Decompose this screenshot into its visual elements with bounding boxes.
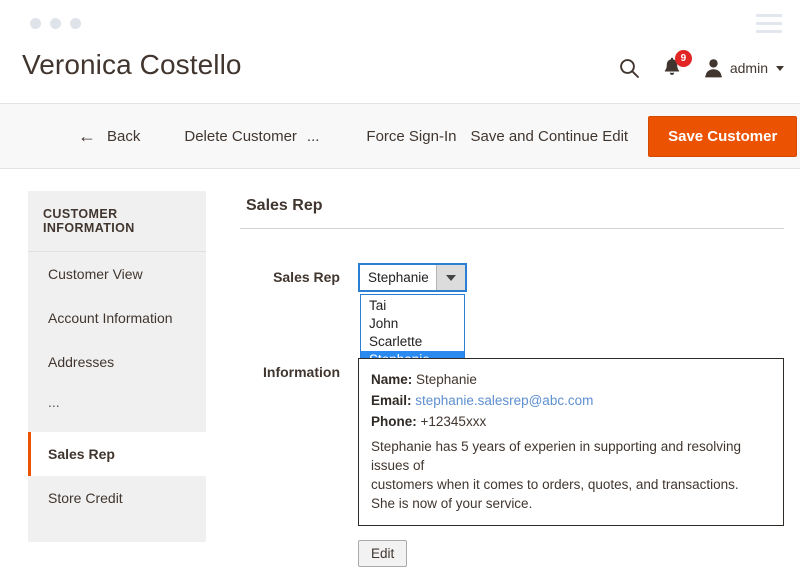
save-customer-button[interactable]: Save Customer (648, 115, 798, 157)
sales-rep-panel: Sales Rep Sales Rep Stephanie Tai John S… (240, 191, 784, 567)
sales-rep-option-john[interactable]: John (361, 315, 464, 333)
sales-rep-select-wrapper: Stephanie Tai John Scarlette Stephanie (358, 263, 467, 370)
page-header: Veronica Costello 9 admin (0, 41, 800, 103)
window-control-dots (30, 18, 81, 29)
edit-button[interactable]: Edit (358, 540, 408, 567)
action-toolbar: ← Back Delete Customer ... Force Sign-In… (0, 103, 800, 169)
information-description-line-2: customers when it comes to orders, quote… (371, 477, 739, 492)
information-name-line: Name: Stephanie (371, 369, 771, 390)
save-and-continue-edit-button[interactable]: Save and Continue Edit (470, 128, 628, 145)
hamburger-line-2 (756, 22, 782, 25)
information-phone-value: +12345xxx (420, 414, 487, 429)
sidebar-group-lower: Store Credit (28, 476, 206, 542)
chevron-down-icon (776, 65, 784, 71)
information-wrapper: Name: Stephanie Email: stephanie.salesre… (358, 358, 784, 567)
information-field-row: Information Name: Stephanie Email: steph… (240, 358, 784, 567)
sidebar-heading: CUSTOMER INFORMATION (28, 191, 206, 252)
search-icon[interactable] (618, 57, 640, 79)
notification-count-badge: 9 (674, 50, 692, 67)
information-email-label: Email: (371, 393, 412, 408)
sidebar-item-sales-rep[interactable]: Sales Rep (28, 432, 206, 476)
information-name-value: Stephanie (416, 372, 477, 387)
browser-chrome-bar (0, 0, 800, 41)
hamburger-line-1 (756, 14, 782, 17)
sidebar-item-store-credit[interactable]: Store Credit (28, 476, 206, 520)
sidebar-group-upper: Customer View Account Information Addres… (28, 252, 206, 432)
sales-rep-option-tai[interactable]: Tai (361, 297, 464, 315)
page-title: Veronica Costello (22, 49, 242, 80)
window-dot-maximize-icon[interactable] (70, 18, 81, 29)
hamburger-menu-icon[interactable] (756, 14, 782, 38)
window-dot-close-icon[interactable] (30, 18, 41, 29)
information-phone-line: Phone: +12345xxx (371, 411, 771, 432)
information-description: Stephanie has 5 years of experien in sup… (371, 437, 771, 513)
information-description-line-1: Stephanie has 5 years of experien in sup… (371, 439, 741, 473)
sales-rep-field-row: Sales Rep Stephanie Tai John Scarlette S… (240, 263, 784, 370)
information-box: Name: Stephanie Email: stephanie.salesre… (358, 358, 784, 526)
sidebar-item-more[interactable]: ... (28, 384, 206, 428)
page-body: CUSTOMER INFORMATION Customer View Accou… (0, 169, 800, 567)
window-dot-minimize-icon[interactable] (50, 18, 61, 29)
force-sign-in-button[interactable]: Force Sign-In (366, 128, 456, 145)
back-button-label: Back (107, 127, 141, 145)
more-actions-button[interactable]: ... (307, 128, 320, 145)
user-avatar-icon (704, 58, 723, 78)
sidebar-item-addresses[interactable]: Addresses (28, 340, 206, 384)
back-button[interactable]: ← Back (78, 127, 140, 145)
sidebar-item-account-information[interactable]: Account Information (28, 296, 206, 340)
account-menu[interactable]: admin (704, 58, 784, 78)
information-email-link[interactable]: stephanie.salesrep@abc.com (415, 393, 593, 408)
header-actions: 9 admin (618, 50, 784, 79)
sales-rep-select[interactable]: Stephanie (358, 263, 467, 292)
customer-information-sidebar: CUSTOMER INFORMATION Customer View Accou… (28, 191, 206, 567)
information-field-label: Information (263, 364, 340, 380)
information-name-label: Name: (371, 372, 413, 387)
caret-glyph (446, 274, 456, 281)
sales-rep-option-scarlette[interactable]: Scarlette (361, 333, 464, 351)
information-email-line: Email: stephanie.salesrep@abc.com (371, 390, 771, 411)
account-label: admin (729, 60, 768, 76)
select-caret-down-icon[interactable] (436, 265, 465, 290)
section-title: Sales Rep (240, 191, 784, 229)
delete-customer-button[interactable]: Delete Customer (184, 128, 297, 145)
notifications-bell-icon[interactable]: 9 (662, 50, 692, 79)
arrow-left-icon: ← (78, 126, 96, 146)
sales-rep-selected-value: Stephanie (368, 270, 429, 285)
sales-rep-field-label: Sales Rep (273, 269, 340, 285)
information-description-line-3: She is now of your service. (371, 496, 533, 511)
information-phone-label: Phone: (371, 414, 417, 429)
hamburger-line-3 (756, 30, 782, 33)
sidebar-item-customer-view[interactable]: Customer View (28, 252, 206, 296)
